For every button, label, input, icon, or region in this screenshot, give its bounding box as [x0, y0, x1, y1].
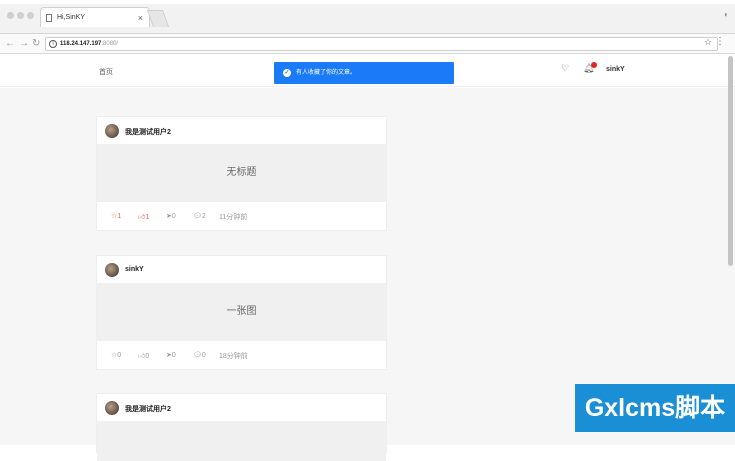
- user-menu[interactable]: sinkY: [606, 66, 625, 73]
- comment-icon: 💬︎: [193, 213, 202, 220]
- post-card[interactable]: 我是测试用户2: [96, 393, 387, 461]
- page-icon: [46, 14, 52, 22]
- browser-menu-icon[interactable]: ⋮: [715, 36, 725, 47]
- back-arrow-icon[interactable]: ←: [5, 38, 15, 49]
- post-title[interactable]: 无标题: [97, 144, 386, 202]
- post-actions: ☆0 👍︎0 ➤0 💬︎0 18分钟前: [97, 341, 386, 369]
- bookmark-star-icon[interactable]: ☆: [704, 37, 712, 48]
- post-time: 11分钟前: [219, 214, 248, 221]
- post-author[interactable]: 我是测试用户2: [125, 127, 171, 137]
- tab-title: Hi,SinKY: [57, 14, 86, 21]
- browser-tab-strip: Hi,SinKY × ◐: [0, 0, 735, 34]
- toast-message: 有人收藏了你的文章。: [296, 70, 357, 76]
- like-button[interactable]: 👍︎0: [138, 351, 149, 360]
- address-bar-row: ← → ↻ i 118.24.147.197:8080/ ☆ ⋮: [0, 34, 735, 54]
- share-count: 0: [171, 213, 176, 220]
- close-window-icon[interactable]: [7, 12, 14, 19]
- favorite-button[interactable]: ☆0: [111, 351, 121, 359]
- maximize-window-icon[interactable]: [27, 12, 34, 19]
- page-scrollbar[interactable]: [728, 56, 733, 266]
- profile-icon[interactable]: ◐: [724, 10, 729, 19]
- post-title[interactable]: 一张图: [97, 283, 386, 341]
- share-count: 0: [171, 352, 176, 359]
- url-path: :8080/: [101, 41, 119, 47]
- post-time: 18分钟前: [219, 353, 248, 360]
- post-card[interactable]: 我是测试用户2 无标题 ☆1 👍︎1 ➤0 💬︎2 11分钟前: [96, 116, 387, 231]
- post-header: 我是测试用户2: [97, 394, 386, 421]
- like-count: 0: [145, 353, 150, 360]
- reload-icon[interactable]: ↻: [32, 38, 40, 49]
- comment-icon: 💬︎: [193, 352, 202, 359]
- check-circle-icon: ✓: [283, 69, 291, 77]
- favorite-button[interactable]: ☆1: [111, 212, 121, 220]
- info-icon[interactable]: i: [49, 40, 57, 48]
- window-top-edge: [0, 0, 735, 4]
- comment-count: 0: [201, 352, 206, 359]
- like-count: 1: [145, 214, 150, 221]
- share-button[interactable]: ➤0: [166, 212, 176, 220]
- notification-toast: ✓ 有人收藏了你的文章。: [274, 62, 454, 84]
- minimize-window-icon[interactable]: [17, 12, 24, 19]
- post-card[interactable]: sinkY 一张图 ☆0 👍︎0 ➤0 💬︎0 18分钟前: [96, 255, 387, 370]
- heart-icon[interactable]: ♡: [561, 63, 569, 74]
- site-watermark: Gxlcms脚本: [575, 384, 735, 432]
- post-author[interactable]: 我是测试用户2: [125, 404, 171, 414]
- url-host: 118.24.147.197: [60, 41, 102, 47]
- post-author[interactable]: sinkY: [125, 266, 144, 273]
- avatar[interactable]: [105, 263, 119, 277]
- favorite-count: 0: [117, 352, 122, 359]
- avatar[interactable]: [105, 401, 119, 415]
- url-input[interactable]: i 118.24.147.197:8080/: [45, 37, 718, 51]
- like-button[interactable]: 👍︎1: [138, 212, 149, 221]
- new-tab-button[interactable]: [146, 10, 170, 27]
- post-actions: ☆1 👍︎1 ➤0 💬︎2 11分钟前: [97, 202, 386, 230]
- share-button[interactable]: ➤0: [166, 351, 176, 359]
- tab-close-icon[interactable]: ×: [138, 8, 143, 28]
- notification-badge: [591, 62, 597, 68]
- nav-home-link[interactable]: 首页: [99, 67, 113, 77]
- post-title[interactable]: [97, 421, 386, 461]
- forward-arrow-icon[interactable]: →: [19, 38, 29, 49]
- avatar[interactable]: [105, 124, 119, 138]
- favorite-count: 1: [117, 213, 122, 220]
- comment-button[interactable]: 💬︎2: [193, 212, 206, 220]
- post-header: 我是测试用户2: [97, 117, 386, 144]
- comment-button[interactable]: 💬︎0: [193, 351, 206, 359]
- comment-count: 2: [201, 213, 206, 220]
- browser-tab[interactable]: Hi,SinKY ×: [40, 7, 150, 27]
- post-header: sinkY: [97, 256, 386, 283]
